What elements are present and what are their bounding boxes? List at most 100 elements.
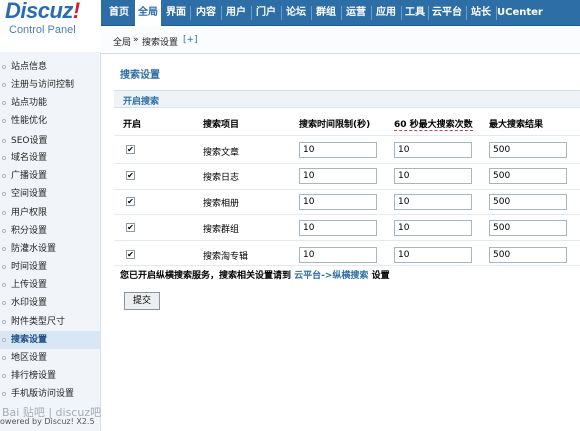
sidebar-item-anti-flood[interactable]: 防灌水设置 xyxy=(0,240,100,258)
breadcrumb-current: 搜索设置 xyxy=(142,38,179,48)
bullet-icon xyxy=(2,211,6,215)
cloud-search-link[interactable]: 云平台->纵横搜索 xyxy=(294,271,368,281)
time-limit-input-groups[interactable] xyxy=(299,220,377,236)
max-results-input-blogs[interactable] xyxy=(489,168,567,184)
time-limit-input-albums[interactable] xyxy=(299,194,377,210)
sidebar-item-mobile[interactable]: 手机版访问设置 xyxy=(0,385,100,403)
nav-item-apps[interactable]: 应用 xyxy=(372,0,400,26)
nav-item-portal[interactable]: 门户 xyxy=(252,0,280,26)
section-header-label: 开启搜索 xyxy=(123,97,160,107)
enable-checkbox-albums[interactable]: ✔ xyxy=(126,197,135,206)
sidebar-item-broadcast[interactable]: 广播设置 xyxy=(0,167,100,185)
row-divider xyxy=(114,163,580,164)
row-divider xyxy=(114,240,580,241)
time-limit-input-articles[interactable] xyxy=(299,142,377,158)
sidebar-item-performance[interactable]: 性能优化 xyxy=(0,112,100,130)
time-limit-input-blogs[interactable] xyxy=(299,168,377,184)
bullet-icon xyxy=(2,156,6,160)
nav-item-forum[interactable]: 论坛 xyxy=(282,0,310,26)
bullet-icon xyxy=(2,247,6,251)
nav-item-webmaster[interactable]: 站长 xyxy=(467,0,495,26)
sidebar-item-domain[interactable]: 域名设置 xyxy=(0,149,100,167)
bullet-icon xyxy=(2,320,6,324)
item-label-collections: 搜索淘专辑 xyxy=(203,252,249,262)
header-max-results: 最大搜索结果 xyxy=(489,120,544,130)
bullet-icon xyxy=(2,65,6,69)
bullet-icon xyxy=(2,356,6,360)
header-max-per-60s[interactable]: 60 秒最大搜索次数 xyxy=(394,117,473,131)
max-results-input-groups[interactable] xyxy=(489,220,567,236)
breadcrumb: 全局 » 搜索设置 [+] xyxy=(101,26,580,54)
control-panel: Discuz! Control Panel 首页 全局 界面 内容 用户 门户 … xyxy=(0,0,580,431)
enable-checkbox-groups[interactable]: ✔ xyxy=(126,223,135,232)
header-time-limit: 搜索时间限制(秒) xyxy=(299,120,371,130)
max-results-input-albums[interactable] xyxy=(489,194,567,210)
sidebar-item-site-info[interactable]: 站点信息 xyxy=(0,58,100,76)
nav-item-tools[interactable]: 工具 xyxy=(402,0,428,26)
sidebar-item-registration[interactable]: 注册与访问控制 xyxy=(0,76,100,94)
sidebar-item-site-features[interactable]: 站点功能 xyxy=(0,94,100,112)
logo[interactable]: Discuz! Control Panel xyxy=(0,0,101,52)
sidebar-item-user-permissions[interactable]: 用户权限 xyxy=(0,204,100,222)
sidebar-item-attachment-types[interactable]: 附件类型尺寸 xyxy=(0,313,100,331)
sidebar-item-region[interactable]: 地区设置 xyxy=(0,349,100,367)
header-enable: 开启 xyxy=(123,120,142,130)
row-divider xyxy=(114,135,580,136)
nav-item-content[interactable]: 内容 xyxy=(192,0,220,26)
bullet-icon xyxy=(2,174,6,178)
row-divider xyxy=(114,265,580,266)
nav-item-users[interactable]: 用户 xyxy=(222,0,250,26)
row-divider xyxy=(114,214,580,215)
bullet-icon xyxy=(2,229,6,233)
bullet-icon xyxy=(2,83,6,87)
item-label-albums: 搜索相册 xyxy=(203,199,240,209)
sidebar-item-search[interactable]: 搜索设置 xyxy=(0,331,100,349)
item-label-articles: 搜索文章 xyxy=(203,148,240,158)
max-results-input-collections[interactable] xyxy=(489,247,567,263)
bullet-icon xyxy=(2,119,6,123)
submit-button[interactable]: 提交 xyxy=(124,292,160,310)
bullet-icon xyxy=(2,338,6,342)
nav-item-cloud[interactable]: 云平台 xyxy=(429,0,465,26)
max-per-60s-input-articles[interactable] xyxy=(394,142,472,158)
enable-checkbox-blogs[interactable]: ✔ xyxy=(126,171,135,180)
breadcrumb-root[interactable]: 全局 xyxy=(113,35,131,48)
max-per-60s-input-blogs[interactable] xyxy=(394,168,472,184)
sidebar-item-watermark[interactable]: 水印设置 xyxy=(0,294,100,312)
bullet-icon xyxy=(2,392,6,396)
section-header: 开启搜索 xyxy=(114,90,580,108)
nav-item-operations[interactable]: 运营 xyxy=(342,0,370,26)
sidebar-item-credits[interactable]: 积分设置 xyxy=(0,222,100,240)
cloud-search-notice: 您已开启纵横搜索服务，搜索相关设置请到 云平台->纵横搜索 设置 xyxy=(120,271,390,281)
row-divider xyxy=(114,189,580,190)
enable-checkbox-articles[interactable]: ✔ xyxy=(126,145,135,154)
bullet-icon xyxy=(2,265,6,269)
bullet-icon xyxy=(2,192,6,196)
nav-item-ucenter[interactable]: UCenter xyxy=(497,0,543,26)
time-limit-input-collections[interactable] xyxy=(299,247,377,263)
bullet-icon xyxy=(2,301,6,305)
nav-item-groups[interactable]: 群组 xyxy=(312,0,340,26)
max-per-60s-input-groups[interactable] xyxy=(394,220,472,236)
max-per-60s-input-albums[interactable] xyxy=(394,194,472,210)
bullet-icon xyxy=(2,374,6,378)
nav-item-home[interactable]: 首页 xyxy=(104,0,134,26)
sidebar-item-space[interactable]: 空间设置 xyxy=(0,185,100,203)
top-nav: 首页 全局 界面 内容 用户 门户 论坛 群组 运营 应用 工具 云平台 站长 … xyxy=(101,0,580,27)
breadcrumb-separator: » xyxy=(133,35,139,45)
sidebar-item-time[interactable]: 时间设置 xyxy=(0,258,100,276)
logo-subtitle: Control Panel xyxy=(9,24,76,36)
sidebar-item-upload[interactable]: 上传设置 xyxy=(0,276,100,294)
add-shortcut-button[interactable]: [+] xyxy=(183,35,198,45)
nav-item-interface[interactable]: 界面 xyxy=(163,0,189,26)
bullet-icon xyxy=(2,101,6,105)
enable-checkbox-collections[interactable]: ✔ xyxy=(126,250,135,259)
logo-brand: Discuz! xyxy=(5,0,80,23)
sidebar: 站点信息 注册与访问控制 站点功能 性能优化 SEO设置 域名设置 广播设置 空… xyxy=(0,52,101,431)
nav-item-global[interactable]: 全局 xyxy=(135,0,161,27)
sidebar-item-ranking[interactable]: 排行榜设置 xyxy=(0,367,100,385)
max-results-input-articles[interactable] xyxy=(489,142,567,158)
sidebar-item-seo[interactable]: SEO设置 xyxy=(0,132,100,150)
max-per-60s-input-collections[interactable] xyxy=(394,247,472,263)
item-label-blogs: 搜索日志 xyxy=(203,173,240,183)
